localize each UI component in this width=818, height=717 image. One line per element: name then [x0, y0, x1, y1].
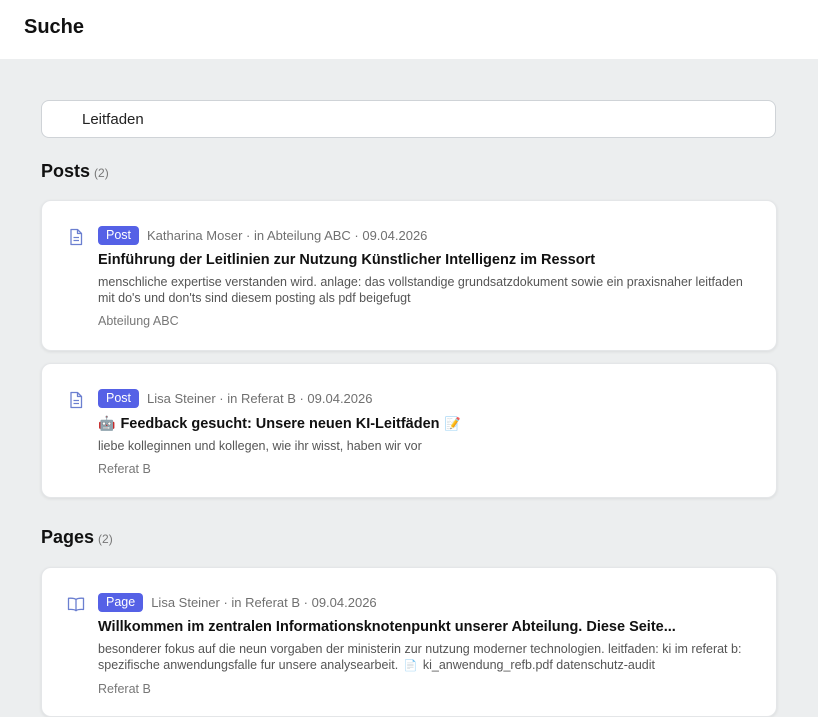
robot-emoji-icon: 🤖	[98, 415, 116, 431]
meta-line: Page Lisa Steiner · in Referat B · 09.04…	[98, 592, 756, 612]
post-title[interactable]: 🤖 Feedback gesucht: Unsere neuen KI-Leit…	[98, 415, 756, 432]
type-badge: Page	[98, 592, 144, 612]
meta-line: Post Lisa Steiner · in Referat B · 09.04…	[98, 388, 756, 408]
card-body: Post Katharina Moser · in Abteilung ABC …	[98, 225, 756, 328]
type-badge: Post	[98, 388, 140, 408]
file-icon: 📄	[403, 660, 418, 672]
post-excerpt: liebe kolleginnen und kollegen, wie ihr …	[98, 439, 422, 453]
top-bar: Suche	[0, 0, 818, 59]
page-excerpt: besonderer fokus auf die neun vorgaben d…	[98, 641, 756, 674]
card-body: Page Lisa Steiner · in Referat B · 09.04…	[98, 592, 756, 696]
post-title[interactable]: Einführung der Leitlinien zur Nutzung Kü…	[98, 252, 756, 268]
pages-heading: Pages	[41, 527, 95, 547]
post-result-card[interactable]: Post Katharina Moser · in Abteilung ABC …	[41, 200, 777, 351]
page-location: Referat B	[98, 682, 151, 696]
post-title-text: Feedback gesucht: Unsere neuen KI-Leitfä…	[120, 415, 440, 432]
search-input[interactable]	[41, 100, 776, 138]
card-body: Post Lisa Steiner · in Referat B · 09.04…	[98, 388, 756, 476]
pages-count: (2)	[98, 532, 113, 546]
post-result-card[interactable]: Post Lisa Steiner · in Referat B · 09.04…	[41, 363, 777, 498]
memo-emoji-icon: 📝	[444, 415, 461, 431]
page-excerpt-text-2: ki_anwendung_refb.pdf datenschutz-audit	[422, 658, 655, 672]
posts-count: (2)	[94, 166, 109, 180]
post-meta: Lisa Steiner · in Referat B · 09.04.2026	[147, 390, 373, 406]
post-location: Referat B	[98, 462, 151, 476]
post-meta: Katharina Moser · in Abteilung ABC · 09.…	[147, 227, 428, 243]
document-icon	[70, 391, 83, 409]
page-title-link[interactable]: Willkommen im zentralen Informationsknot…	[98, 619, 756, 635]
type-badge: Post	[98, 225, 140, 245]
pages-section-title: Pages (2)	[41, 527, 113, 548]
post-location: Abteilung ABC	[98, 314, 179, 328]
document-icon	[70, 228, 83, 246]
book-icon	[67, 597, 85, 612]
page-meta: Lisa Steiner · in Referat B · 09.04.2026	[151, 594, 377, 610]
page-title: Suche	[24, 16, 85, 38]
posts-heading: Posts	[41, 161, 91, 181]
meta-line: Post Katharina Moser · in Abteilung ABC …	[98, 225, 756, 245]
post-excerpt: menschliche expertise verstanden wird. a…	[98, 275, 743, 305]
page-result-card[interactable]: Page Lisa Steiner · in Referat B · 09.04…	[41, 567, 777, 717]
posts-section-title: Posts (2)	[41, 161, 109, 182]
